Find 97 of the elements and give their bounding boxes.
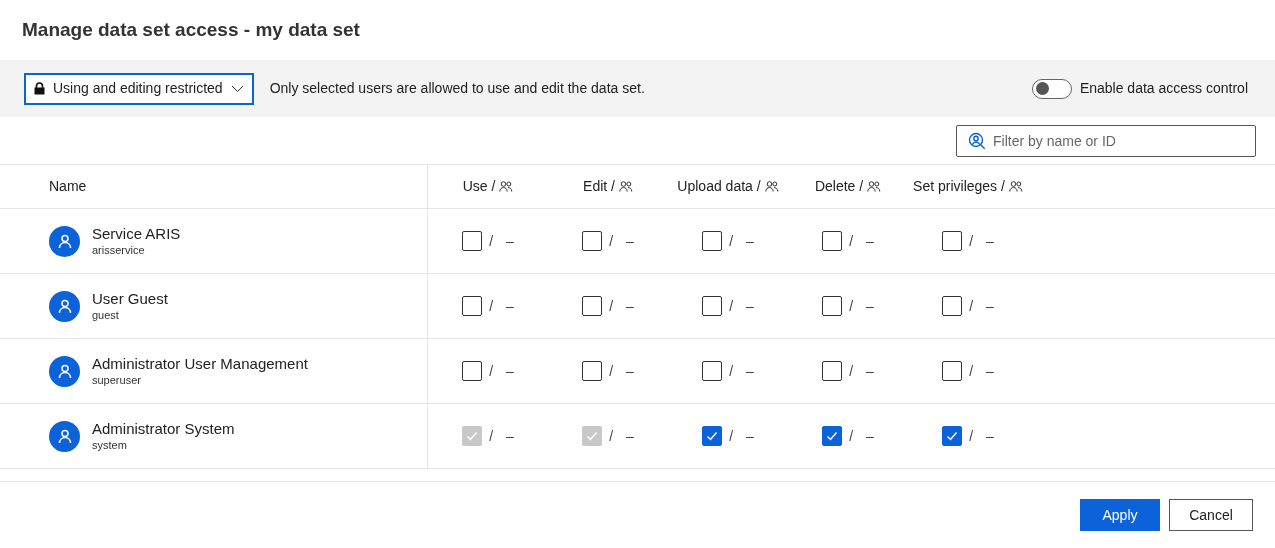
column-header: Name: [49, 177, 87, 196]
lock-icon: [34, 82, 45, 95]
checkbox[interactable]: [702, 426, 723, 446]
slash-separator: /: [489, 426, 494, 446]
user-name: Administrator User Management: [92, 354, 308, 374]
user-search-icon: [968, 131, 986, 150]
group-permission-value: –: [626, 296, 634, 316]
checkbox[interactable]: [942, 296, 963, 316]
group-permission-value: –: [866, 296, 874, 316]
group-permission-value: –: [506, 231, 514, 251]
checkbox[interactable]: [582, 296, 603, 316]
group-icon: [618, 181, 633, 192]
group-permission-value: –: [746, 296, 754, 316]
user-id: guest: [92, 308, 120, 323]
filter-field[interactable]: Filter by name or ID: [956, 124, 1256, 157]
slash-separator: /: [489, 361, 494, 381]
column-header: Set privileges /: [913, 177, 1005, 196]
group-permission-value: –: [986, 296, 994, 316]
group-permission-value: –: [986, 231, 994, 251]
slash-separator: /: [729, 426, 734, 446]
user-name: Service ARIS: [92, 224, 181, 244]
user-avatar-icon: [49, 290, 80, 322]
group-permission-value: –: [866, 231, 874, 251]
group-permission-value: –: [626, 231, 634, 251]
slash-separator: /: [849, 361, 854, 381]
group-permission-value: –: [866, 361, 874, 381]
slash-separator: /: [969, 296, 974, 316]
group-permission-value: –: [986, 361, 994, 381]
slash-separator: /: [969, 231, 974, 251]
slash-separator: /: [609, 296, 614, 316]
group-permission-value: –: [746, 231, 754, 251]
checkbox[interactable]: [942, 426, 963, 446]
checkbox[interactable]: [582, 231, 603, 251]
group-permission-value: –: [986, 426, 994, 446]
group-icon: [764, 181, 779, 192]
group-icon: [867, 181, 882, 192]
dialog-title: Manage data set access - my data set: [22, 17, 360, 42]
group-permission-value: –: [506, 361, 514, 381]
user-avatar-icon: [49, 355, 80, 387]
column-header: Edit /: [583, 177, 615, 196]
group-permission-value: –: [626, 426, 634, 446]
checkbox[interactable]: [702, 296, 723, 316]
checkbox[interactable]: [822, 231, 843, 251]
group-icon: [499, 181, 514, 192]
slash-separator: /: [969, 361, 974, 381]
toggle-switch[interactable]: [1031, 78, 1072, 99]
user-name: User Guest: [92, 289, 168, 309]
user-name: Administrator System: [92, 419, 235, 439]
slash-separator: /: [609, 231, 614, 251]
checkbox[interactable]: [702, 231, 723, 251]
check-icon: [585, 429, 600, 443]
user-avatar-icon: [49, 420, 80, 452]
user-id: system: [92, 438, 128, 453]
user-id: arisservice: [92, 243, 146, 258]
checkbox[interactable]: [822, 296, 843, 316]
cancel-button[interactable]: Cancel: [1169, 499, 1253, 531]
checkbox[interactable]: [462, 296, 483, 316]
group-icon: [1008, 181, 1023, 192]
group-permission-value: –: [866, 426, 874, 446]
slash-separator: /: [489, 296, 494, 316]
toggle-label: Enable data access control: [1079, 79, 1248, 98]
check-icon: [945, 429, 960, 443]
checkbox[interactable]: [942, 231, 963, 251]
access-mode-dropdown[interactable]: Using and editing restricted: [24, 72, 254, 105]
check-icon: [825, 429, 840, 443]
user-avatar-icon: [49, 225, 80, 257]
column-header: Use /: [462, 177, 496, 196]
group-permission-value: –: [506, 426, 514, 446]
checkbox[interactable]: [822, 361, 843, 381]
check-icon: [705, 429, 720, 443]
column-header: Delete /: [814, 177, 864, 196]
checkbox[interactable]: [942, 361, 963, 381]
group-permission-value: –: [506, 296, 514, 316]
checkbox[interactable]: [702, 361, 723, 381]
user-id: superuser: [92, 373, 142, 388]
slash-separator: /: [729, 361, 734, 381]
slash-separator: /: [609, 426, 614, 446]
group-permission-value: –: [746, 361, 754, 381]
checkbox[interactable]: [462, 231, 483, 251]
column-header: Upload data /: [677, 177, 761, 196]
slash-separator: /: [849, 296, 854, 316]
apply-button[interactable]: Apply: [1080, 499, 1160, 531]
checkbox[interactable]: [822, 426, 843, 446]
slash-separator: /: [849, 426, 854, 446]
group-permission-value: –: [626, 361, 634, 381]
checkbox[interactable]: [462, 361, 483, 381]
checkbox[interactable]: [582, 361, 603, 381]
group-permission-value: –: [746, 426, 754, 446]
slash-separator: /: [969, 426, 974, 446]
access-description: Only selected users are allowed to use and edit the data set.: [269, 79, 645, 98]
chevron-down-icon: [230, 84, 244, 93]
check-icon: [465, 429, 480, 443]
slash-separator: /: [729, 231, 734, 251]
slash-separator: /: [489, 231, 494, 251]
slash-separator: /: [729, 296, 734, 316]
slash-separator: /: [849, 231, 854, 251]
slash-separator: /: [609, 361, 614, 381]
